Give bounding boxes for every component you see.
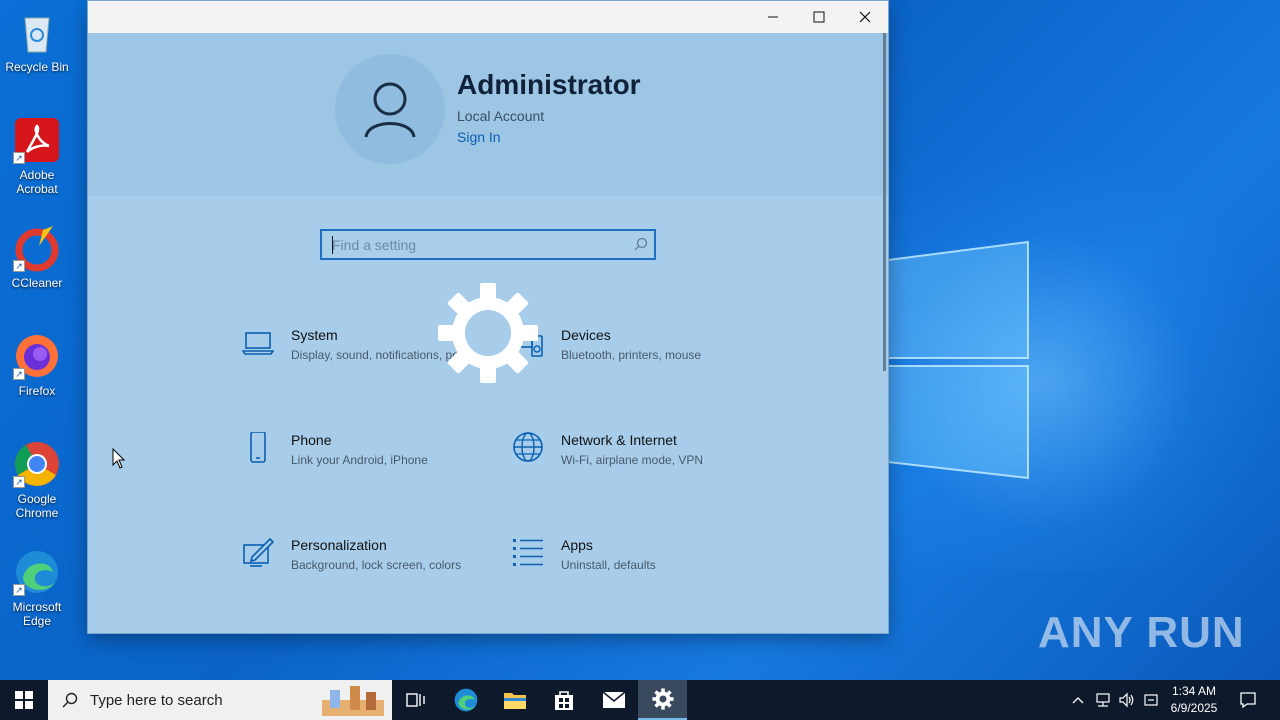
gear-icon <box>651 688 674 710</box>
desktop-icon-label: CCleaner <box>11 276 63 290</box>
shortcut-arrow-icon: ↗ <box>13 152 25 164</box>
store-bag-icon <box>555 691 573 710</box>
shortcut-arrow-icon: ↗ <box>13 368 25 380</box>
taskbar-search-box[interactable]: Type here to search <box>48 680 392 720</box>
desktop-icon-label: Google Chrome <box>15 492 59 520</box>
clock-date: 6/9/2025 <box>1170 701 1218 715</box>
chrome-icon: ↗ <box>13 440 61 488</box>
mouse-cursor-icon <box>112 448 126 469</box>
shortcut-arrow-icon: ↗ <box>13 476 25 488</box>
start-button[interactable] <box>0 680 48 720</box>
title-bar[interactable] <box>88 1 888 33</box>
search-highlight-illustration-icon <box>322 686 384 716</box>
tile-name: Devices <box>561 327 611 343</box>
mail-icon <box>602 691 626 708</box>
account-type: Local Account <box>457 108 545 124</box>
ccleaner-icon: ↗ <box>13 224 61 272</box>
chevron-up-icon <box>1072 697 1084 704</box>
edge-icon <box>454 688 478 712</box>
tile-devices[interactable]: Devices Bluetooth, printers, mouse <box>512 327 772 397</box>
clock-time: 1:34 AM <box>1171 684 1217 698</box>
tile-description: Background, lock screen, colors <box>291 558 462 572</box>
desktop-icon-label: Recycle Bin <box>5 60 69 74</box>
desktop-icon-ccleaner[interactable]: ↗ CCleaner <box>0 224 74 290</box>
search-icon <box>62 692 78 708</box>
globe-icon <box>513 432 543 462</box>
phone-icon <box>250 432 266 463</box>
taskbar: Type here to search 1:34 AM 6/9/2025 <box>0 680 1280 720</box>
taskbar-search-input[interactable]: Type here to search <box>90 692 223 709</box>
maximize-icon <box>813 11 825 23</box>
adobe-acrobat-icon: ↗ <box>13 116 61 164</box>
tile-apps[interactable]: Apps Uninstall, defaults <box>512 537 772 607</box>
tile-description: Wi-Fi, airplane mode, VPN <box>561 453 704 467</box>
tile-network-internet[interactable]: Network & Internet Wi-Fi, airplane mode,… <box>512 432 772 502</box>
network-tray-button[interactable] <box>1092 680 1114 720</box>
task-view-button[interactable] <box>392 680 440 720</box>
minimize-button[interactable] <box>750 1 796 33</box>
apps-list-icon <box>513 539 543 566</box>
network-icon <box>1096 693 1110 707</box>
personalization-icon <box>243 537 274 567</box>
tile-name: Personalization <box>291 537 387 553</box>
tile-description: Link your Android, iPhone <box>291 453 428 467</box>
folder-icon <box>504 693 526 709</box>
firefox-icon: ↗ <box>13 332 61 380</box>
text-caret <box>332 236 333 254</box>
taskbar-edge[interactable] <box>442 680 490 720</box>
edge-icon: ↗ <box>13 548 61 596</box>
close-icon <box>859 11 871 23</box>
minimize-icon <box>768 16 778 18</box>
tile-personalization[interactable]: Personalization Background, lock screen,… <box>242 537 502 607</box>
laptop-icon <box>242 332 274 355</box>
sign-in-link[interactable]: Sign In <box>457 129 501 145</box>
search-icon[interactable] <box>634 237 648 251</box>
tile-name: System <box>291 327 338 343</box>
tile-description: Bluetooth, printers, mouse <box>561 348 702 362</box>
search-input[interactable]: Find a setting <box>332 237 416 253</box>
desktop-icon-google-chrome[interactable]: ↗ Google Chrome <box>0 440 74 520</box>
desktop-icon-label: Microsoft Edge <box>12 600 62 628</box>
settings-window[interactable]: Administrator Local Account Sign In Find… <box>88 1 888 633</box>
taskbar-mail[interactable] <box>590 680 638 720</box>
recycle-bin-icon <box>13 8 61 56</box>
tile-phone[interactable]: Phone Link your Android, iPhone <box>242 432 502 502</box>
tile-name: Network & Internet <box>561 432 677 448</box>
anyrun-watermark: ANY RUN <box>1038 608 1245 657</box>
input-tray-button[interactable] <box>1140 680 1162 720</box>
action-center-button[interactable] <box>1232 680 1264 720</box>
desktop-icon-label: Adobe Acrobat <box>16 168 58 196</box>
desktop-icon-label: Firefox <box>18 384 56 398</box>
find-setting-search[interactable]: Find a setting <box>320 229 656 260</box>
windows-start-icon <box>15 691 33 709</box>
taskbar-store[interactable] <box>540 680 588 720</box>
desktop-icon-recycle-bin[interactable]: Recycle Bin <box>0 8 74 74</box>
desktop-icon-adobe-acrobat[interactable]: ↗ Adobe Acrobat <box>0 116 74 196</box>
tile-name: Apps <box>561 537 593 553</box>
task-view-icon <box>406 693 425 707</box>
account-name: Administrator <box>457 69 641 100</box>
maximize-button[interactable] <box>796 1 842 33</box>
user-icon <box>364 82 416 138</box>
close-button[interactable] <box>842 1 888 33</box>
tile-description: Uninstall, defaults <box>561 558 656 572</box>
show-hidden-icons-button[interactable] <box>1068 680 1088 720</box>
taskbar-file-explorer[interactable] <box>491 680 539 720</box>
desktop-icon-microsoft-edge[interactable]: ↗ Microsoft Edge <box>0 548 74 628</box>
volume-tray-button[interactable] <box>1116 680 1138 720</box>
taskbar-clock[interactable]: 1:34 AM 6/9/2025 <box>1160 683 1228 717</box>
windows-wallpaper-logo <box>888 240 1029 480</box>
desktop-icon-firefox[interactable]: ↗ Firefox <box>0 332 74 398</box>
speaker-icon <box>1119 692 1134 708</box>
notification-icon <box>1240 692 1256 709</box>
window-scrollbar[interactable] <box>883 33 886 371</box>
shortcut-arrow-icon: ↗ <box>13 584 25 596</box>
tablet-mode-icon <box>1144 694 1158 706</box>
tile-name: Phone <box>291 432 332 448</box>
account-avatar[interactable] <box>335 54 445 164</box>
taskbar-settings[interactable] <box>638 680 687 720</box>
loading-gear-icon <box>438 283 538 383</box>
shortcut-arrow-icon: ↗ <box>13 260 25 272</box>
